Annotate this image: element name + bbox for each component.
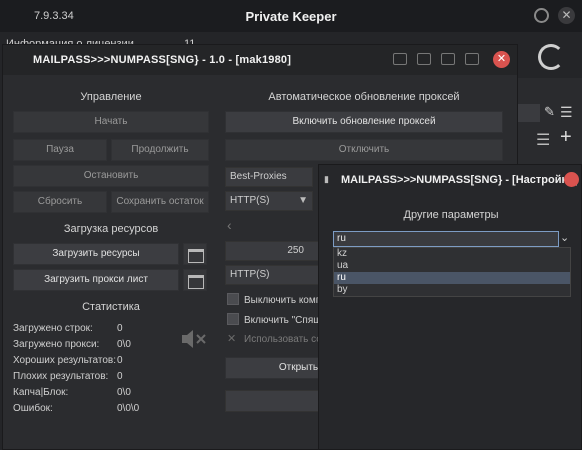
stop-button[interactable]: Остановить (13, 165, 209, 187)
save-rest-button[interactable]: Сохранить остаток (111, 191, 209, 213)
region-combobox-value: ru (337, 233, 346, 244)
speaker-muted-icon[interactable] (179, 327, 207, 351)
enable-proxy-update-button[interactable]: Включить обновление проксей (225, 111, 503, 133)
proxy-type-value: HTTP(S) (230, 195, 270, 206)
window-icon[interactable] (393, 53, 407, 65)
stat-value: 0 (117, 371, 123, 382)
shutdown-checkbox[interactable] (227, 293, 239, 305)
stat-value: 0 (117, 355, 123, 366)
region-dropdown: kz ua ru by (333, 247, 571, 297)
region-combobox[interactable]: ru (333, 231, 559, 247)
main-window-title: MAILPASS>>>NUMPASS[SNG} - 1.0 - [mak1980… (33, 54, 292, 66)
stat-label: Плохих результатов: (13, 371, 109, 382)
stat-label: Загружено прокси: (13, 339, 100, 350)
globe-icon[interactable] (534, 8, 549, 23)
resources-header: Загрузка ресурсов (63, 223, 159, 235)
other-params-header: Другие параметры (403, 209, 499, 221)
close-icon[interactable]: ✕ (558, 7, 575, 24)
stat-value: 0\0 (117, 387, 131, 398)
chevron-down-icon[interactable]: ⌄ (560, 231, 569, 244)
proxy-type2-select[interactable]: HTTP(S) (225, 265, 321, 285)
stat-label: Хороших результатов: (13, 355, 116, 366)
resume-button[interactable]: Продолжить (111, 139, 209, 161)
dropdown-option[interactable]: ua (334, 260, 570, 272)
chevron-down-icon: ▼ (298, 195, 308, 206)
dropdown-option-selected[interactable]: ru (334, 272, 570, 284)
proxy-count-field[interactable]: 250 (225, 241, 321, 261)
app-title: Private Keeper (245, 9, 337, 24)
folder-icon[interactable] (417, 53, 431, 65)
chevron-left-icon[interactable]: ‹ (227, 217, 232, 233)
private-keeper-titlebar: 7.9.3.34 Private Keeper ✕ (0, 0, 582, 32)
control-header: Управление (80, 91, 142, 103)
file-icon[interactable] (441, 53, 455, 65)
load-proxy-button[interactable]: Загрузить прокси лист (13, 269, 179, 291)
dropdown-option[interactable]: kz (334, 248, 570, 260)
stat-value: 0\0 (117, 339, 131, 350)
proxy-source-select[interactable]: Best-Proxies (225, 167, 313, 187)
sleep-checkbox[interactable] (227, 313, 239, 325)
stat-label: Ошибок: (13, 403, 53, 414)
proxy-update-header: Автоматическое обновление проксей (268, 91, 460, 103)
proxy-source-value: Best-Proxies (230, 171, 287, 182)
pencil-icon[interactable]: ✎ (544, 104, 555, 120)
close-icon[interactable]: ✕ (493, 51, 510, 68)
menu-icon[interactable]: ☰ (560, 104, 573, 121)
folder-icon[interactable] (183, 243, 207, 265)
stat-label: Загружено строк: (13, 323, 93, 334)
proxy-type2-value: HTTP(S) (230, 269, 270, 280)
reset-button[interactable]: Сбросить (13, 191, 107, 213)
proxy-type-select[interactable]: HTTP(S) ▼ (225, 191, 313, 211)
stats-header: Статистика (82, 301, 140, 313)
add-icon[interactable]: + (560, 126, 572, 149)
settings-title: MAILPASS>>>NUMPASS[SNG} - [Настройки] (341, 174, 578, 186)
close-icon[interactable] (564, 172, 579, 187)
pause-button[interactable]: Пауза (13, 139, 107, 161)
main-titlebar: MAILPASS>>>NUMPASS[SNG} - 1.0 - [mak1980… (3, 45, 517, 75)
refresh-icon[interactable] (538, 44, 564, 70)
close-icon: ✕ (227, 333, 237, 345)
proxy-count-value: 250 (287, 245, 304, 256)
stat-value: 0 (117, 323, 123, 334)
disable-proxy-update-button[interactable]: Отключить (225, 139, 503, 161)
folder-icon[interactable] (183, 269, 207, 291)
load-resources-button[interactable]: Загрузить ресурсы (13, 243, 179, 265)
settings-window: ▮ MAILPASS>>>NUMPASS[SNG} - [Настройки] … (318, 164, 582, 450)
list-icon[interactable]: ☰ (536, 130, 550, 150)
window-icon: ▮ (324, 174, 329, 184)
stat-label: Капча|Блок: (13, 387, 69, 398)
stat-value: 0\0\0 (117, 403, 140, 414)
dropdown-option[interactable]: by (334, 284, 570, 296)
save-icon[interactable] (465, 53, 479, 65)
start-button[interactable]: Начать (13, 111, 209, 133)
